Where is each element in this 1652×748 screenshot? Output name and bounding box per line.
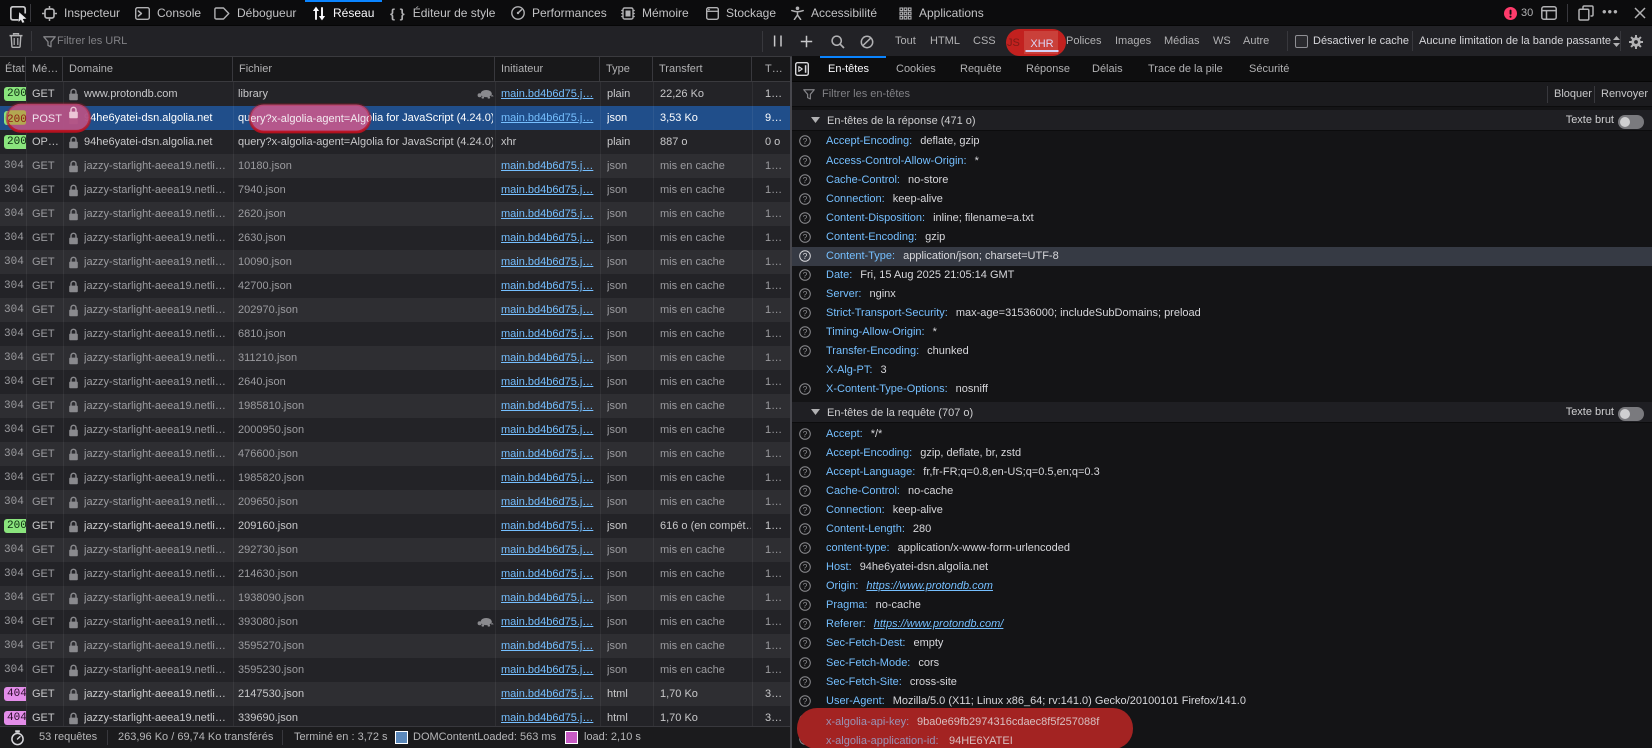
svg-text:?: ? — [803, 448, 808, 458]
svg-text:?: ? — [803, 695, 808, 705]
svg-text:?: ? — [803, 657, 808, 667]
svg-text:?: ? — [803, 676, 808, 686]
svg-text:?: ? — [803, 231, 808, 241]
svg-text:?: ? — [803, 733, 808, 743]
svg-text:?: ? — [803, 193, 808, 203]
svg-text:?: ? — [803, 428, 808, 438]
svg-text:?: ? — [803, 346, 808, 356]
svg-text:?: ? — [803, 581, 808, 591]
svg-text:?: ? — [803, 543, 808, 553]
svg-text:?: ? — [803, 384, 808, 394]
svg-text:?: ? — [803, 212, 808, 222]
svg-text:?: ? — [803, 638, 808, 648]
svg-text:?: ? — [803, 467, 808, 477]
svg-text:?: ? — [803, 289, 808, 299]
svg-text:?: ? — [803, 714, 808, 724]
svg-text:?: ? — [803, 486, 808, 496]
svg-text:?: ? — [803, 270, 808, 280]
svg-text:?: ? — [803, 600, 808, 610]
svg-text:?: ? — [803, 136, 808, 146]
svg-text:?: ? — [803, 174, 808, 184]
svg-text:?: ? — [803, 619, 808, 629]
svg-text:?: ? — [803, 155, 808, 165]
svg-text:?: ? — [803, 327, 808, 337]
svg-text:?: ? — [803, 251, 808, 261]
svg-text:?: ? — [803, 562, 808, 572]
svg-text:?: ? — [803, 505, 808, 515]
svg-text:?: ? — [803, 524, 808, 534]
svg-text:?: ? — [803, 308, 808, 318]
